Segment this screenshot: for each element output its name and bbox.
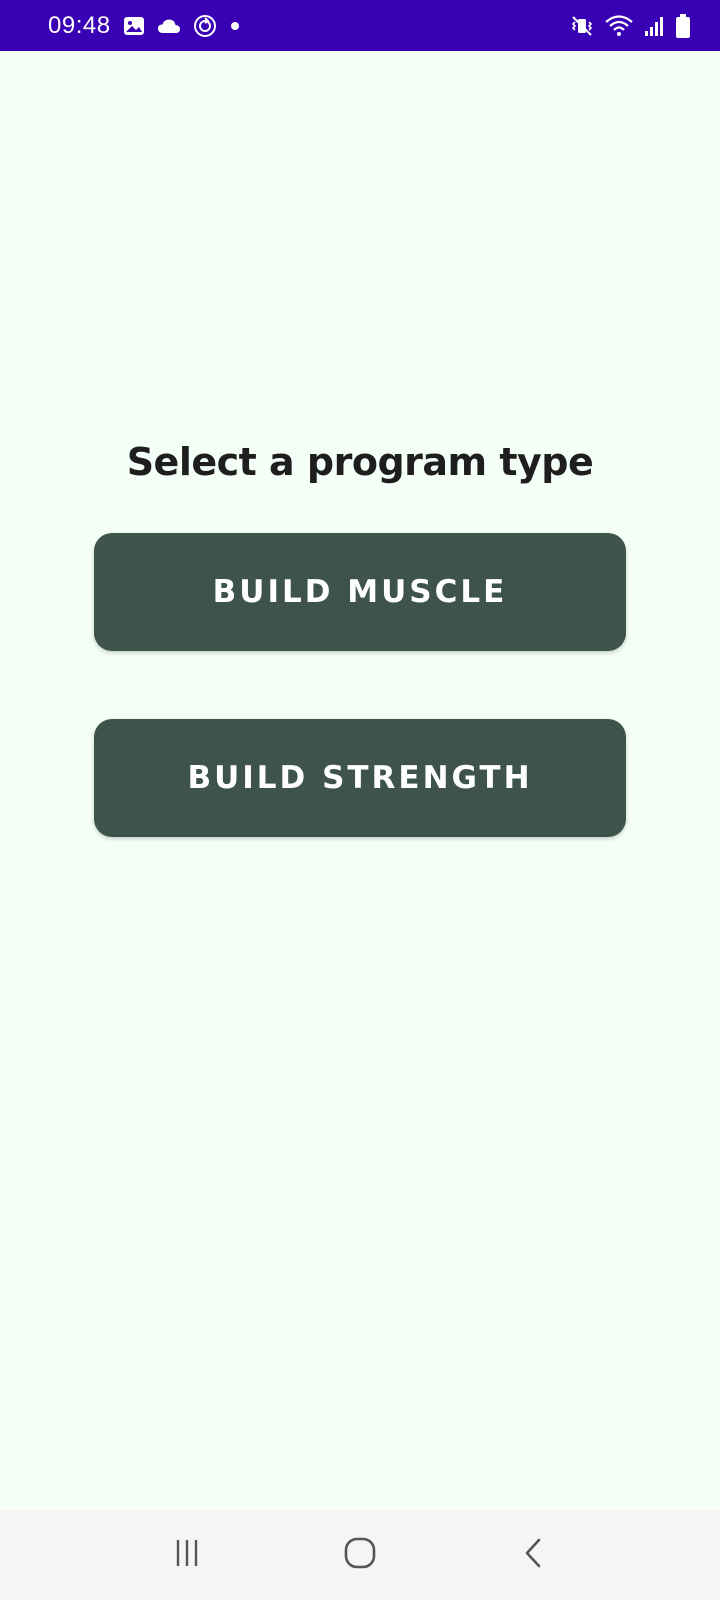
build-muscle-button[interactable]: BUILD MUSCLE — [94, 533, 626, 651]
cloud-icon — [157, 18, 181, 34]
sync-icon — [193, 14, 217, 38]
gallery-icon — [123, 16, 145, 36]
build-strength-button[interactable]: BUILD STRENGTH — [94, 719, 626, 837]
signal-icon — [644, 15, 666, 37]
battery-icon — [676, 13, 690, 38]
status-bar: 09:48 — [0, 0, 720, 51]
back-icon — [522, 1537, 544, 1574]
page-title: Select a program type — [126, 440, 594, 484]
wifi-icon — [604, 14, 634, 38]
notification-dot-icon — [229, 20, 241, 32]
status-right — [570, 13, 690, 38]
status-time: 09:48 — [48, 11, 111, 39]
status-left: 09:48 — [48, 12, 241, 40]
navigation-bar — [0, 1510, 720, 1600]
home-icon — [344, 1537, 376, 1574]
mute-vibrate-icon — [570, 14, 594, 38]
recent-apps-button[interactable] — [147, 1520, 227, 1590]
home-button[interactable] — [320, 1520, 400, 1590]
recent-apps-icon — [172, 1538, 202, 1573]
back-button[interactable] — [493, 1520, 573, 1590]
